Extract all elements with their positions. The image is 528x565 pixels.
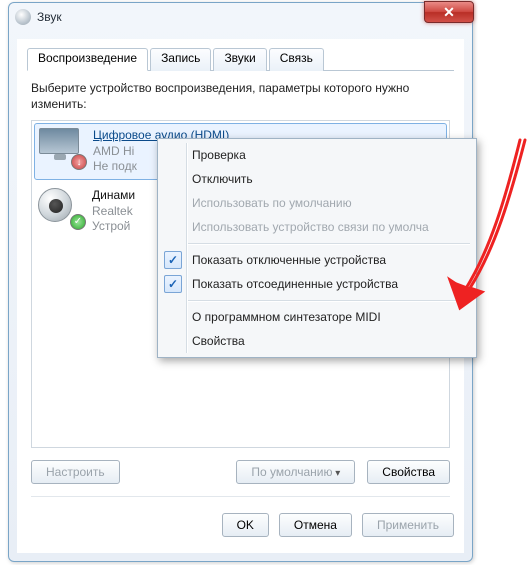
menu-set-default: Использовать по умолчанию	[158, 191, 476, 215]
window-title: Звук	[37, 10, 62, 24]
device-status: Устрой	[92, 219, 135, 235]
tab-record[interactable]: Запись	[150, 48, 211, 71]
menu-properties[interactable]: Свойства	[158, 329, 476, 353]
device-title: Динами	[92, 188, 135, 204]
status-badge-ok-icon: ✓	[70, 214, 86, 230]
tabs: Воспроизведение Запись Звуки Связь	[27, 47, 454, 71]
speaker-icon: ✓	[38, 188, 84, 228]
cancel-button[interactable]: Отмена	[279, 513, 352, 537]
menu-show-disabled[interactable]: ✓ Показать отключенные устройства	[158, 248, 476, 272]
menu-set-comm-default: Использовать устройство связи по умолча	[158, 215, 476, 239]
tab-sounds[interactable]: Звуки	[213, 48, 266, 71]
separator	[31, 496, 450, 497]
properties-button[interactable]: Свойства	[367, 460, 450, 484]
instruction-text: Выберите устройство воспроизведения, пар…	[31, 81, 450, 112]
check-icon: ✓	[164, 251, 182, 269]
titlebar: Звук ✕	[9, 3, 472, 31]
status-badge-down-icon: ↓	[71, 154, 87, 170]
tab-communications[interactable]: Связь	[269, 48, 324, 71]
close-button[interactable]: ✕	[424, 1, 474, 23]
context-menu[interactable]: Проверка Отключить Использовать по умолч…	[157, 138, 477, 358]
menu-disable[interactable]: Отключить	[158, 167, 476, 191]
menu-about-midi[interactable]: О программном синтезаторе MIDI	[158, 305, 476, 329]
monitor-icon: ↓	[39, 128, 85, 168]
configure-button[interactable]: Настроить	[31, 460, 120, 484]
set-default-button[interactable]: По умолчанию	[236, 460, 355, 484]
dialog-footer: OK Отмена Применить	[27, 513, 454, 537]
apply-button[interactable]: Применить	[362, 513, 454, 537]
device-vendor: Realtek	[92, 204, 135, 220]
menu-test[interactable]: Проверка	[158, 143, 476, 167]
tab-playback[interactable]: Воспроизведение	[27, 48, 148, 71]
check-icon: ✓	[164, 275, 182, 293]
sound-icon	[15, 9, 31, 25]
ok-button[interactable]: OK	[222, 513, 269, 537]
menu-separator	[188, 300, 470, 301]
menu-show-disconnected[interactable]: ✓ Показать отсоединенные устройства	[158, 272, 476, 296]
menu-separator	[188, 243, 470, 244]
device-action-row: Настроить По умолчанию Свойства	[31, 460, 450, 484]
